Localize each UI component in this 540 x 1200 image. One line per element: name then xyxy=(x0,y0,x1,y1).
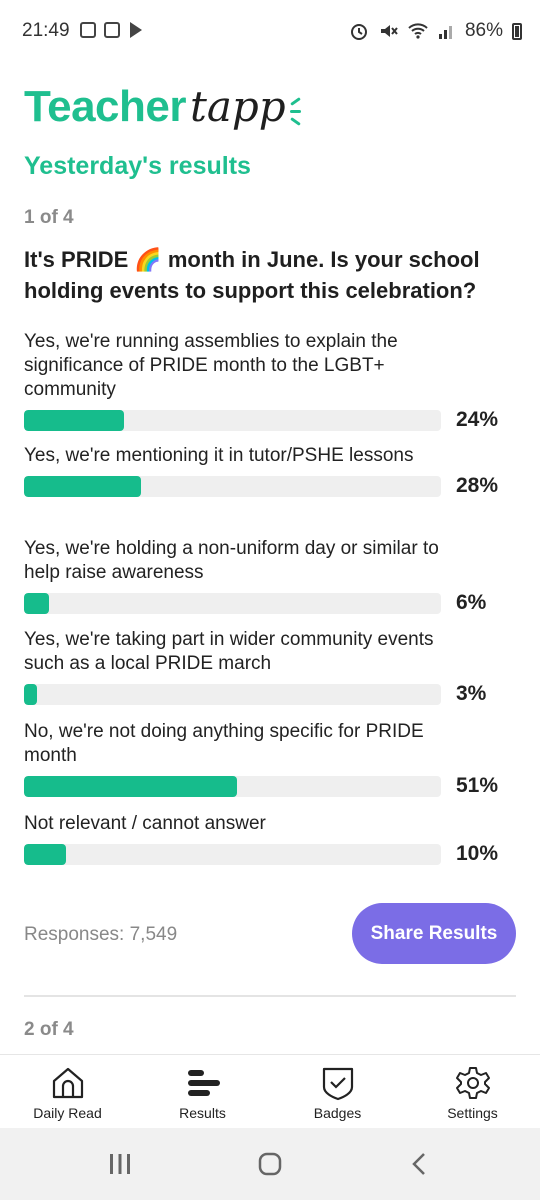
nav-label: Settings xyxy=(447,1105,498,1121)
back-icon xyxy=(412,1153,425,1175)
share-results-button[interactable]: Share Results xyxy=(352,903,516,964)
nav-label: Daily Read xyxy=(33,1105,102,1121)
result-bar-fill xyxy=(24,409,125,431)
recent-apps-button[interactable] xyxy=(100,1146,140,1182)
question-text: It's PRIDE 🌈 month in June. Is your scho… xyxy=(24,247,480,303)
option-label: No, we're not doing anything specific fo… xyxy=(24,721,424,766)
responses-count: Responses: 7,549 xyxy=(24,924,178,945)
system-indicators: 86% xyxy=(349,20,522,42)
home-icon xyxy=(52,1067,83,1099)
nav-item-daily-read[interactable]: Daily Read xyxy=(0,1055,135,1129)
poll-option: Yes, we're holding a non-uniform day or … xyxy=(24,537,519,615)
back-button[interactable] xyxy=(400,1146,440,1182)
nav-item-badges[interactable]: Badges xyxy=(270,1055,405,1129)
section-title: Yesterday's results xyxy=(24,152,251,180)
battery-icon xyxy=(512,22,522,40)
option-label: Yes, we're taking part in wider communit… xyxy=(24,629,434,674)
result-bar-track xyxy=(24,683,441,705)
option-percent: 6% xyxy=(456,591,487,614)
option-percent: 28% xyxy=(456,474,499,497)
nav-item-results[interactable]: Results xyxy=(135,1055,270,1129)
home-circle-icon xyxy=(258,1152,282,1176)
nav-label: Results xyxy=(179,1105,226,1121)
option-percent: 3% xyxy=(456,682,487,705)
nav-item-settings[interactable]: Settings xyxy=(405,1055,540,1129)
play-store-icon xyxy=(130,22,142,38)
gear-icon xyxy=(455,1067,490,1099)
badge-icon xyxy=(322,1067,353,1101)
result-bar-fill xyxy=(24,475,141,497)
option-label: Yes, we're running assemblies to explain… xyxy=(24,331,398,400)
poll-option: Not relevant / cannot answer 10% xyxy=(24,812,519,866)
results-icon xyxy=(187,1070,220,1096)
recent-apps-icon xyxy=(110,1154,130,1174)
result-bar-track xyxy=(24,775,441,797)
result-bar-fill xyxy=(24,592,50,614)
option-label: Yes, we're holding a non-uniform day or … xyxy=(24,538,439,583)
next-question-counter: 2 of 4 xyxy=(24,1019,74,1040)
logo-teacher-text: Teacher xyxy=(24,82,187,131)
option-label: Not relevant / cannot answer xyxy=(24,813,266,834)
system-nav-bar xyxy=(0,1128,540,1200)
result-bar-track xyxy=(24,409,441,431)
logo-tapp-text: tapp xyxy=(190,82,286,131)
question-counter: 1 of 4 xyxy=(24,207,74,228)
result-bar-track xyxy=(24,843,441,865)
poll-option: Yes, we're running assemblies to explain… xyxy=(24,330,519,432)
battery-percent: 86% xyxy=(464,20,503,41)
nav-label: Badges xyxy=(313,1105,362,1121)
option-percent: 10% xyxy=(456,842,499,865)
poll-option: No, we're not doing anything specific fo… xyxy=(24,720,519,798)
poll-option: Yes, we're mentioning it in tutor/PSHE l… xyxy=(24,444,519,498)
result-bar-fill xyxy=(24,775,237,797)
mute-icon xyxy=(380,25,398,37)
result-bar-fill xyxy=(24,683,37,705)
gallery-icon xyxy=(80,22,96,38)
option-label: Yes, we're mentioning it in tutor/PSHE l… xyxy=(24,445,414,466)
status-bar: 21:49 86% xyxy=(0,0,540,64)
option-percent: 51% xyxy=(456,774,499,797)
result-bar-track xyxy=(24,592,441,614)
poll-option: Yes, we're taking part in wider communit… xyxy=(24,628,519,706)
bottom-nav: Daily Read Results Badges Settings xyxy=(0,1054,540,1129)
status-time: 21:49 xyxy=(22,20,70,41)
logo-spark-icon xyxy=(288,92,310,132)
signal-icon xyxy=(438,26,452,39)
option-percent: 24% xyxy=(456,408,499,431)
app-notification-icon xyxy=(104,22,120,38)
alarm-icon xyxy=(350,24,367,40)
notification-icons xyxy=(80,22,142,38)
teachertapp-logo: Teacher tapp xyxy=(24,82,310,132)
result-bar-fill xyxy=(24,843,66,865)
home-button[interactable] xyxy=(250,1146,290,1182)
result-bar-track xyxy=(24,475,441,497)
wifi-icon xyxy=(408,23,428,39)
divider xyxy=(24,995,516,997)
